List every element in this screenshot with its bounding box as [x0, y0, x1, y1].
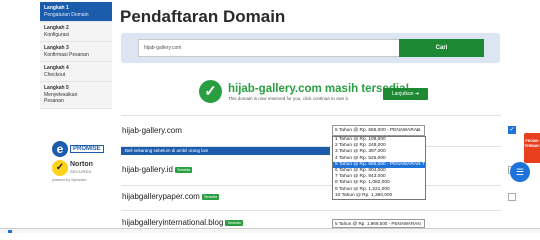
norton-secured: SECURED [70, 169, 92, 174]
result-domain-2-name: hijab-gallery.id [122, 165, 173, 174]
search-button[interactable]: Cari [399, 39, 484, 57]
domain-search-box: hijab-gallery.com Cari [121, 33, 500, 63]
price-option-10[interactable]: 10 Tahun @ Rp. 1,360,000 [333, 193, 425, 199]
chevron-down-icon: ⌄ [415, 127, 420, 133]
step-3[interactable]: Langkah 3 Konfirmasi Pesanan [40, 42, 112, 62]
domain-search-input[interactable]: hijab-gallery.com [138, 39, 400, 57]
promise-logo-icon: e [52, 140, 68, 157]
step-3-subtitle: Konfirmasi Pesanan [44, 51, 89, 58]
result-domain-4: hijabgalleryinternational.blog Tersedia [122, 218, 243, 227]
step-2[interactable]: Langkah 2 Konfigurasi [40, 22, 112, 42]
result-domain-1: hijab-gallery.com [122, 126, 182, 135]
availability-message: ✓ hijab-gallery.com masih tersedia! This… [199, 80, 409, 103]
available-badge: Tersedia [175, 166, 193, 173]
promise-badge: e PROMISE [52, 140, 107, 157]
step-2-subtitle: Konfigurasi [44, 31, 70, 38]
result-domain-2: hijab-gallery.id Tersedia [122, 165, 193, 174]
result-domain-3-name: hijabgallerypaper.com [122, 192, 200, 201]
status-bar [0, 228, 540, 233]
result-domain-4-name: hijabgalleryinternational.blog [122, 218, 224, 227]
step-1-subtitle: Pengaturan Domain [44, 11, 89, 18]
divider [121, 115, 501, 116]
available-badge: Tersedia [201, 193, 220, 200]
result-domain-3: hijabgallerypaper.com Tersedia [122, 192, 220, 201]
step-4-subtitle: Checkout [44, 71, 66, 78]
promise-label: PROMISE [70, 144, 104, 153]
price-dropdown: 1 Tahun @ Rp. 109,000 2 Tahun @ Rp. 248,… [332, 136, 426, 201]
price-select-last[interactable]: 5 Tahun @ Rp. 1,969,500 - PENAWARAN [332, 219, 425, 228]
step-4[interactable]: Langkah 4 Checkout [40, 62, 112, 82]
step-1[interactable]: Langkah 1 Pengaturan Domain [40, 2, 112, 22]
trust-badges: e PROMISE ✓ Norton SECURED powered by Sy… [52, 140, 107, 182]
promo-bar: Beli sekarang sebelum di ambil orang lai… [121, 147, 330, 155]
status-icon [8, 230, 12, 233]
select-checkbox-1[interactable]: ✓ [508, 126, 516, 134]
price-select[interactable]: 5 Tahun @ Rp. 665,000 - PENAWARAN TE ⌄ [332, 125, 425, 142]
divider [121, 210, 501, 211]
divider [121, 185, 501, 186]
chat-icon[interactable]: ☰ [510, 162, 530, 182]
norton-label: Norton [70, 161, 93, 168]
available-badge: Tersedia [225, 219, 243, 226]
continue-button[interactable]: Lanjutkan ➔ [383, 88, 428, 100]
continue-label: Lanjutkan [391, 91, 414, 97]
promo-widget[interactable]: PROMO TERBAIK [524, 133, 540, 163]
check-circle-icon: ✓ [199, 80, 222, 103]
select-checkbox-3[interactable] [508, 193, 516, 201]
arrow-right-icon: ➔ [414, 91, 420, 97]
norton-badge: ✓ Norton SECURED [52, 159, 107, 177]
norton-check-icon: ✓ [52, 160, 68, 176]
steps-sidebar: Langkah 1 Pengaturan Domain Langkah 2 Ko… [40, 2, 112, 109]
step-5[interactable]: Langkah 5 Menyelesaikan Pesanan [40, 82, 112, 109]
symantec-text: powered by Symantec [52, 178, 87, 182]
page-title: Pendaftaran Domain [120, 7, 286, 26]
step-5-subtitle-2: Pesanan [44, 98, 64, 104]
